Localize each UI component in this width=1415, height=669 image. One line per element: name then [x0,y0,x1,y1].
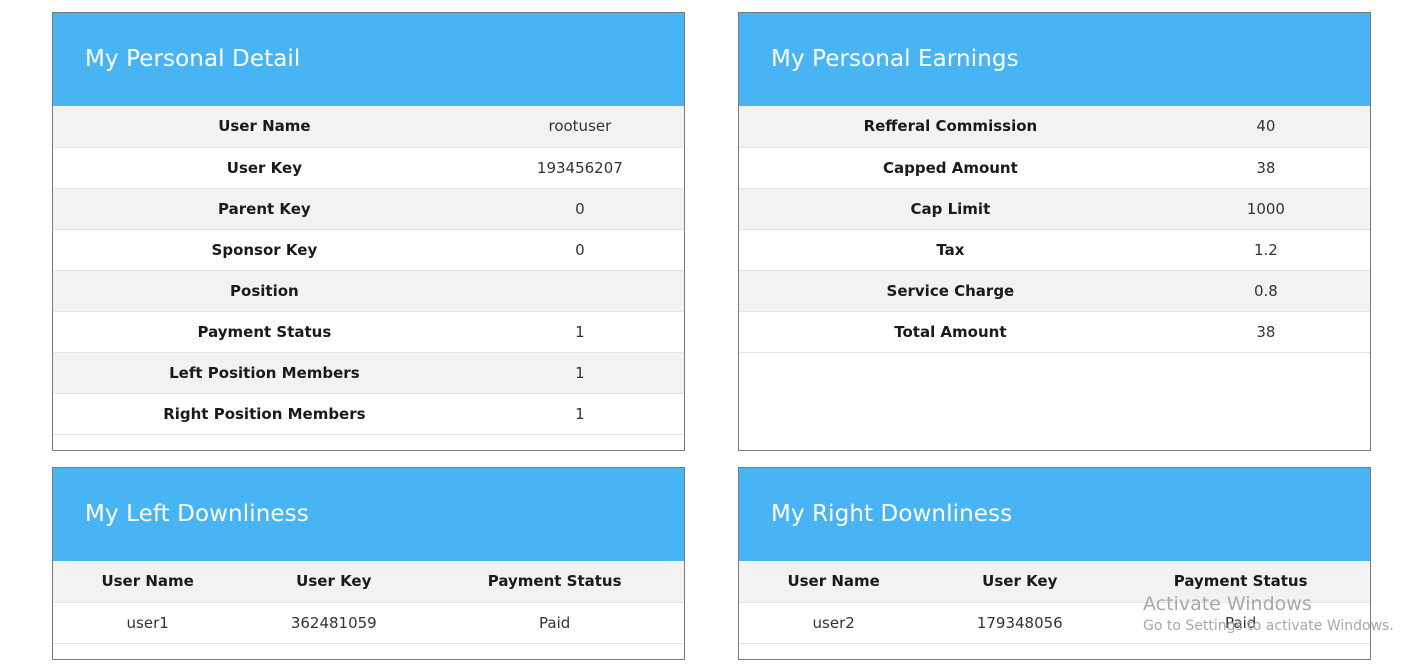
detail-value: 0 [475,229,684,271]
column-header-payment-status: Payment Status [1111,561,1370,603]
table-row: Payment Status 1 [53,311,684,353]
earnings-value: 0.8 [1161,270,1370,312]
detail-label: User Key [53,147,476,189]
earnings-value: 38 [1161,147,1370,189]
table-row: Capped Amount 38 [739,147,1370,189]
earnings-label: Capped Amount [739,147,1162,189]
personal-earnings-title: My Personal Earnings [739,13,1370,106]
table-header-row: User Name User Key Payment Status [739,561,1370,603]
table-row: User Key 193456207 [53,147,684,189]
right-downline-title: My Right Downliness [739,468,1370,561]
earnings-value: 1000 [1161,188,1370,230]
detail-label: User Name [53,106,476,148]
table-row: Service Charge 0.8 [739,270,1370,312]
right-downline-card: My Right Downliness User Name User Key P… [738,467,1371,660]
personal-detail-card: My Personal Detail User Name rootuser Us… [52,12,685,451]
detail-value: 0 [475,188,684,230]
left-downline-table: User Name User Key Payment Status user1 … [53,561,684,644]
column-header-user-name: User Name [53,561,243,603]
personal-earnings-table: Refferal Commission 40 Capped Amount 38 … [739,106,1370,353]
detail-value: 1 [475,311,684,353]
table-row: Sponsor Key 0 [53,229,684,271]
earnings-label: Refferal Commission [739,106,1162,148]
earnings-value: 38 [1161,311,1370,353]
detail-value: 193456207 [475,147,684,189]
table-row: Right Position Members 1 [53,393,684,435]
earnings-value: 40 [1161,106,1370,148]
detail-value: rootuser [475,106,684,148]
table-row: Position [53,270,684,312]
table-row: user2 179348056 Paid [739,602,1370,644]
cell-user-key: 179348056 [928,602,1112,644]
column-header-user-key: User Key [242,561,426,603]
detail-label: Sponsor Key [53,229,476,271]
detail-label: Payment Status [53,311,476,353]
table-row: Cap Limit 1000 [739,188,1370,230]
table-header-row: User Name User Key Payment Status [53,561,684,603]
table-row: Tax 1.2 [739,229,1370,271]
table-row: Refferal Commission 40 [739,106,1370,148]
right-downline-table: User Name User Key Payment Status user2 … [739,561,1370,644]
table-row: User Name rootuser [53,106,684,148]
earnings-label: Service Charge [739,270,1162,312]
column-header-user-name: User Name [739,561,929,603]
column-header-payment-status: Payment Status [425,561,684,603]
cell-user-key: 362481059 [242,602,426,644]
personal-detail-table: User Name rootuser User Key 193456207 Pa… [53,106,684,435]
detail-label: Left Position Members [53,352,476,394]
column-header-user-key: User Key [928,561,1112,603]
earnings-value: 1.2 [1161,229,1370,271]
detail-label: Right Position Members [53,393,476,435]
earnings-label: Tax [739,229,1162,271]
table-row: Total Amount 38 [739,311,1370,353]
detail-label: Position [53,270,476,312]
left-downline-title: My Left Downliness [53,468,684,561]
personal-detail-title: My Personal Detail [53,13,684,106]
personal-earnings-card: My Personal Earnings Refferal Commission… [738,12,1371,451]
dashboard-page: My Personal Detail User Name rootuser Us… [0,0,1415,669]
table-row: user1 362481059 Paid [53,602,684,644]
cell-payment-status: Paid [425,602,684,644]
cell-user-name: user2 [739,602,929,644]
detail-value [475,270,684,312]
left-downline-card: My Left Downliness User Name User Key Pa… [52,467,685,660]
detail-label: Parent Key [53,188,476,230]
earnings-label: Cap Limit [739,188,1162,230]
table-row: Parent Key 0 [53,188,684,230]
cell-payment-status: Paid [1111,602,1370,644]
earnings-label: Total Amount [739,311,1162,353]
detail-value: 1 [475,393,684,435]
cell-user-name: user1 [53,602,243,644]
detail-value: 1 [475,352,684,394]
table-row: Left Position Members 1 [53,352,684,394]
